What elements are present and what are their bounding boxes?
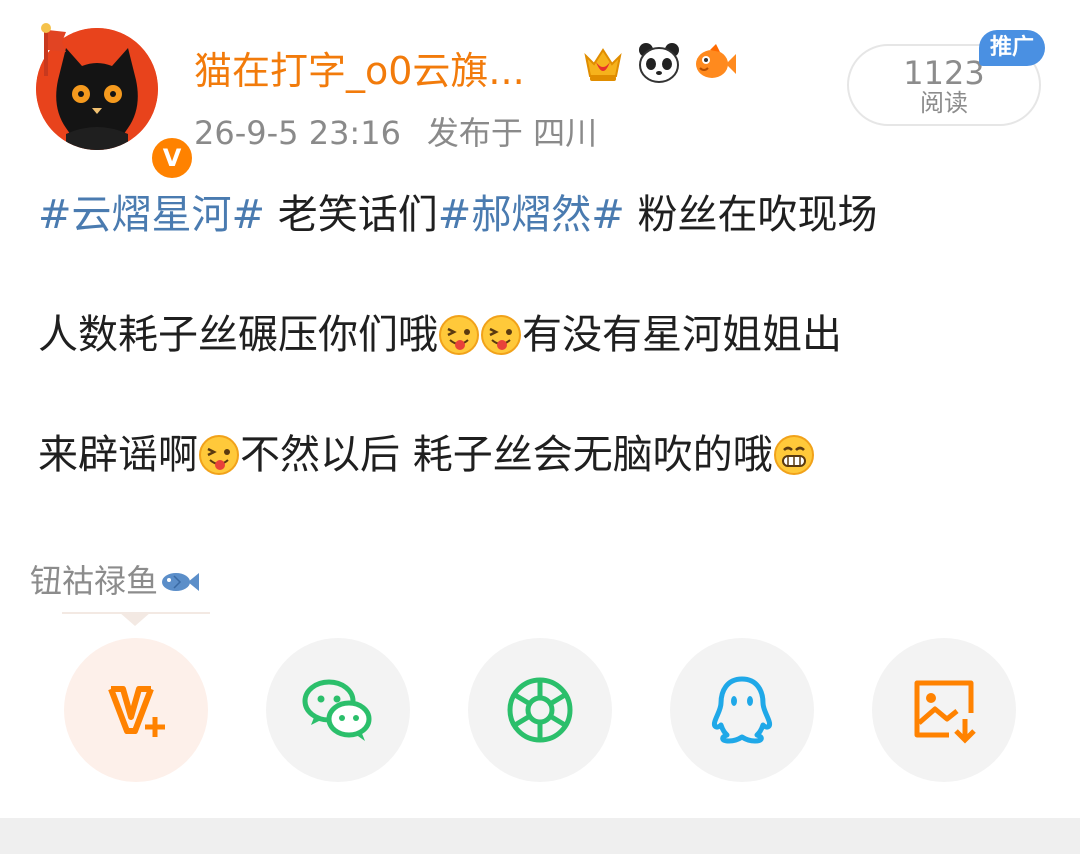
save-image-button[interactable] [872,638,1016,782]
content-text: 粉丝在吹现场 [624,192,878,238]
tongue-wink-emoji-icon [439,315,479,355]
save-image-icon [914,680,976,744]
post-timestamp: 26-9-5 23:16 [194,114,401,152]
pointer-arrow [119,612,151,626]
crown-badge-icon[interactable] [580,40,626,86]
share-vplus-button[interactable] [64,638,208,782]
promo-tag: 推广 [979,30,1045,66]
content-text: 人数耗子丝碾压你们哦 [38,312,438,358]
panda-badge-icon[interactable] [636,40,682,86]
content-text: 不然以后 耗子丝会无脑吹的哦 [240,432,773,478]
tongue-wink-emoji-icon [199,435,239,475]
hashtag-link[interactable]: #郝熠然# [438,192,625,238]
vplus-icon [108,686,165,737]
author-avatar[interactable]: V [36,23,196,182]
wechat-icon [302,679,372,741]
grin-emoji-icon [773,435,814,475]
author-badges [580,40,738,86]
bottom-panel [0,818,1080,854]
fish-icon [162,573,200,591]
share-options [64,638,1016,784]
source-text: 钮祜禄鱼 [30,562,159,600]
tongue-wink-emoji-icon [481,315,521,355]
content-line-3: 来辟谣啊 不然以后 耗子丝会无脑吹的哦 [38,426,1048,484]
read-count-label: 阅读 [920,89,968,117]
share-wechat-button[interactable] [266,638,410,782]
qq-icon [712,676,772,744]
content-text: 有没有星河姐姐出 [522,312,842,358]
source-label[interactable]: 钮祜禄鱼 [30,556,200,602]
festive-flag-icon [41,23,66,76]
post-location: 发布于 四川 [426,114,598,152]
fish-badge-icon[interactable] [692,40,738,86]
content-line-1: #云熠星河# 老笑话们#郝熠然# 粉丝在吹现场 [38,186,1048,244]
moments-icon [507,677,573,743]
content-line-2: 人数耗子丝碾压你们哦 有没有星河姐姐出 [38,306,1048,364]
author-name[interactable]: 猫在打字_o0云旗... [194,40,525,95]
share-qq-button[interactable] [670,638,814,782]
hashtag-link[interactable]: #云熠星河# [38,192,265,238]
verified-badge: V [148,134,196,182]
content-text: 老笑话们 [265,192,438,238]
post-content: #云熠星河# 老笑话们#郝熠然# 粉丝在吹现场 人数耗子丝碾压你们哦 有没有星河… [38,186,1048,484]
content-text: 来辟谣啊 [38,432,198,478]
post-meta: 26-9-5 23:16 发布于 四川 [194,108,597,154]
share-moments-button[interactable] [468,638,612,782]
